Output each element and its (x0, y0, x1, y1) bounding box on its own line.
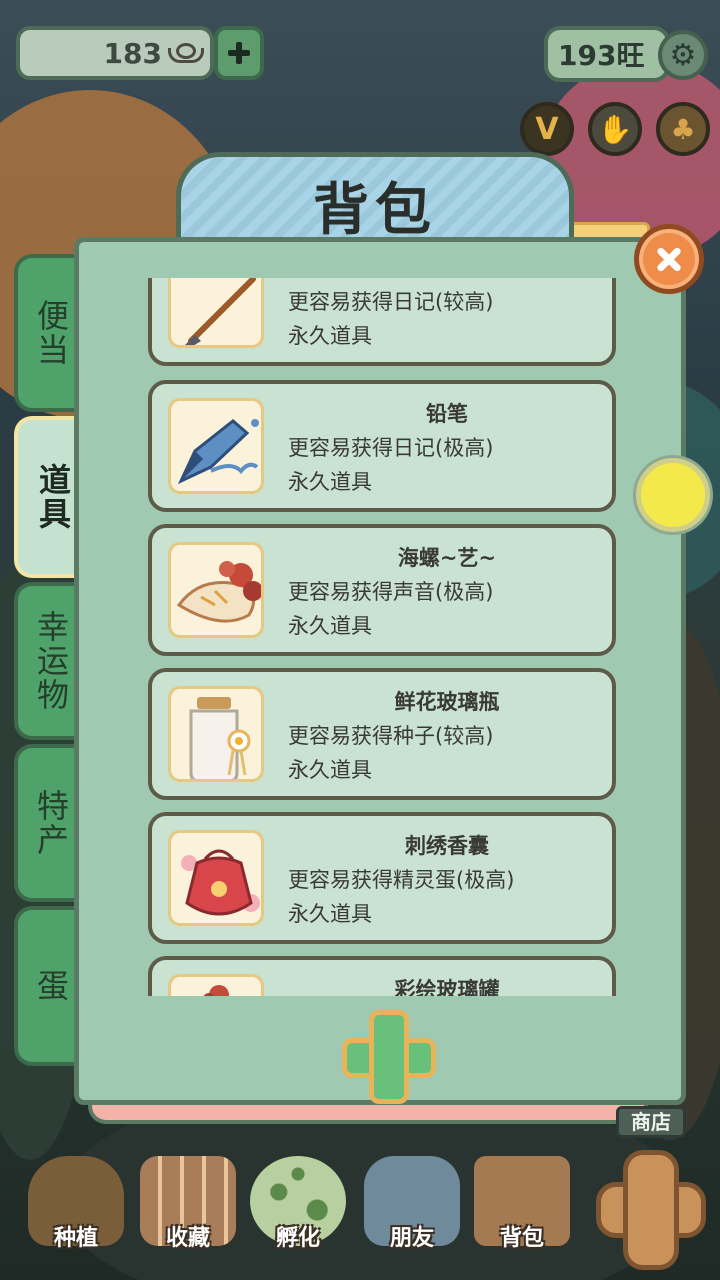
list-item[interactable]: 刺绣香囊 更容易获得精灵蛋(极高) 永久道具 (148, 812, 616, 944)
ginkgo-leaf-icon[interactable]: ♣ (656, 102, 710, 156)
wang-value: 193旺 (558, 39, 645, 72)
sachet-icon (168, 830, 264, 926)
shop-label[interactable]: 商店 (616, 1106, 686, 1138)
item-name: 鲜花玻璃瓶 (394, 690, 500, 714)
item-desc: 更容易获得日记(较高) (288, 290, 494, 314)
item-list[interactable]: 更容易获得日记(较高) 永久道具 铅笔 更容易获得日记(极高) 永久道具 海螺~… (140, 278, 624, 996)
settings-gear-icon[interactable]: ⚙ (658, 30, 708, 80)
flower-bottle-icon (168, 686, 264, 782)
tab-egg-label: 蛋 (32, 969, 70, 1003)
nav-plant[interactable]: 种植 (24, 1150, 128, 1254)
page-title: 背包 (313, 178, 437, 243)
nav-friends-label: 朋友 (389, 1226, 434, 1251)
nav-backpack[interactable]: 背包 (470, 1150, 574, 1254)
add-coins-button[interactable] (214, 26, 264, 80)
list-item[interactable]: 铅笔 更容易获得日记(极高) 永久道具 (148, 380, 616, 512)
item-type: 永久道具 (288, 470, 372, 494)
tab-specialty-label: 特产 (32, 789, 70, 857)
nav-backpack-label: 背包 (499, 1226, 544, 1251)
item-desc: 更容易获得日记(极高) (288, 436, 494, 460)
tab-items-label: 道具 (34, 463, 72, 531)
nav-collection-label: 收藏 (165, 1226, 210, 1251)
glass-jar-icon (168, 974, 264, 996)
coin-counter: 183 (16, 26, 214, 80)
item-desc: 更容易获得种子(较高) (288, 724, 494, 748)
brush-icon (168, 278, 264, 348)
close-icon[interactable] (634, 224, 704, 294)
item-type: 永久道具 (288, 758, 372, 782)
list-item[interactable]: 彩绘玻璃罐 (148, 956, 616, 996)
tab-lucky-label: 幸运物 (32, 610, 70, 712)
nav-friends[interactable]: 朋友 (360, 1150, 464, 1254)
item-desc: 更容易获得精灵蛋(极高) (288, 868, 515, 892)
nav-plant-label: 种植 (53, 1226, 98, 1251)
pencil-icon (168, 398, 264, 494)
item-type: 永久道具 (288, 902, 372, 926)
item-name: 彩绘玻璃罐 (394, 978, 500, 996)
nav-hatch[interactable]: 孵化 (246, 1150, 350, 1254)
vip-icon[interactable]: V (520, 102, 574, 156)
nav-collection[interactable]: 收藏 (136, 1150, 240, 1254)
shop-button[interactable] (596, 1150, 706, 1270)
floating-assist-button[interactable] (636, 458, 710, 532)
list-item[interactable]: 海螺~艺~ 更容易获得声音(极高) 永久道具 (148, 524, 616, 656)
list-item[interactable]: 更容易获得日记(较高) 永久道具 (148, 278, 616, 366)
ingot-icon (168, 43, 204, 63)
list-item[interactable]: 鲜花玻璃瓶 更容易获得种子(较高) 永久道具 (148, 668, 616, 800)
item-name: 刺绣香囊 (405, 834, 489, 858)
item-name: 铅笔 (426, 402, 468, 426)
item-name: 海螺~艺~ (397, 546, 497, 570)
item-type: 永久道具 (288, 614, 372, 638)
wang-counter: 193旺 (544, 26, 670, 82)
hand-icon[interactable]: ✋ (588, 102, 642, 156)
nav-hatch-label: 孵化 (275, 1226, 320, 1251)
item-type: 永久道具 (288, 324, 372, 348)
item-desc: 更容易获得声音(极高) (288, 580, 494, 604)
tab-bento-label: 便当 (32, 299, 70, 367)
coin-value: 183 (103, 36, 162, 70)
conch-icon (168, 542, 264, 638)
add-item-button[interactable] (342, 1010, 436, 1104)
